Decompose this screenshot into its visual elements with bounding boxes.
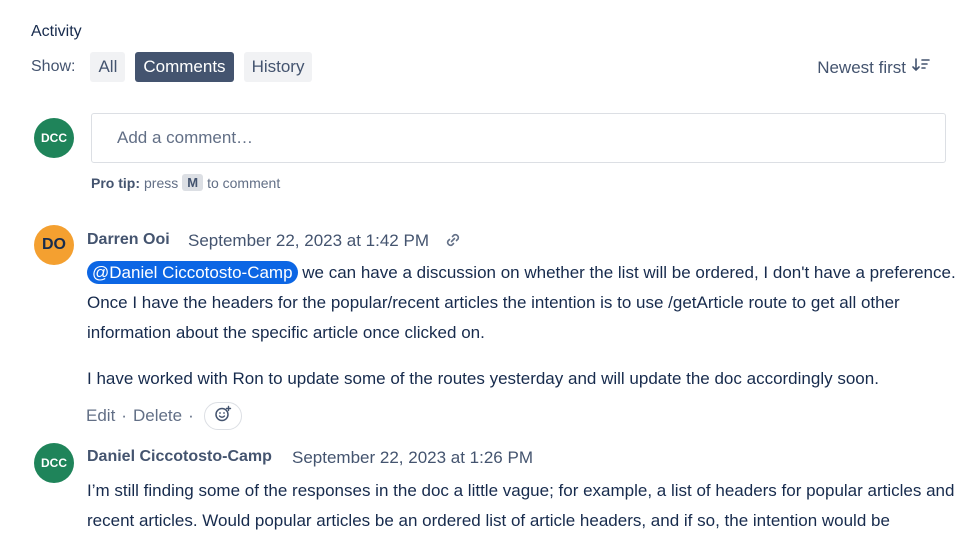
comment-timestamp[interactable]: September 22, 2023 at 1:26 PM [292,448,533,468]
delete-comment-button[interactable]: Delete [133,406,182,426]
comment-author-avatar[interactable]: DO [34,225,74,265]
edit-comment-button[interactable]: Edit [86,406,115,426]
keyboard-shortcut-key: M [182,174,204,191]
filter-all-button[interactable]: All [90,52,126,82]
pro-tip-label: Pro tip: [91,174,140,191]
comment-paragraph-2: I have worked with Ron to update some of… [87,369,879,388]
filter-history-button[interactable]: History [243,52,313,82]
current-user-avatar: DCC [34,118,74,158]
separator-dot: · [121,406,127,425]
link-icon[interactable] [444,231,462,254]
comment-body: I’m still finding some of the responses … [87,481,955,530]
separator-dot: · [188,406,194,425]
pro-tip: Pro tip: press M to comment [91,174,280,191]
comment-author-name[interactable]: Daniel Ciccotosto-Camp [87,448,272,466]
show-label: Show: [31,58,76,75]
user-mention[interactable]: @Daniel Ciccotosto-Camp [87,261,298,284]
sort-toggle-button[interactable]: Newest first [817,57,930,78]
add-comment-input[interactable] [91,113,946,163]
comment-timestamp[interactable]: September 22, 2023 at 1:42 PM [188,231,429,251]
filter-comments-button[interactable]: Comments [135,52,234,82]
comment-author-avatar[interactable]: DCC [34,443,74,483]
add-reaction-icon [214,405,232,428]
pro-tip-suffix: to comment [207,174,281,191]
sort-label: Newest first [817,57,906,77]
sort-descending-icon [912,57,930,78]
pro-tip-press: press [144,174,179,191]
add-reaction-button[interactable] [203,402,242,430]
comment-body: @Daniel Ciccotosto-Camp we can have a di… [87,258,957,348]
activity-heading: Activity [31,23,82,40]
comment-actions: Edit · Delete · [86,402,242,430]
comment-author-name[interactable]: Darren Ooi [87,231,170,249]
activity-filter-bar: Show: All Comments History [31,52,322,82]
